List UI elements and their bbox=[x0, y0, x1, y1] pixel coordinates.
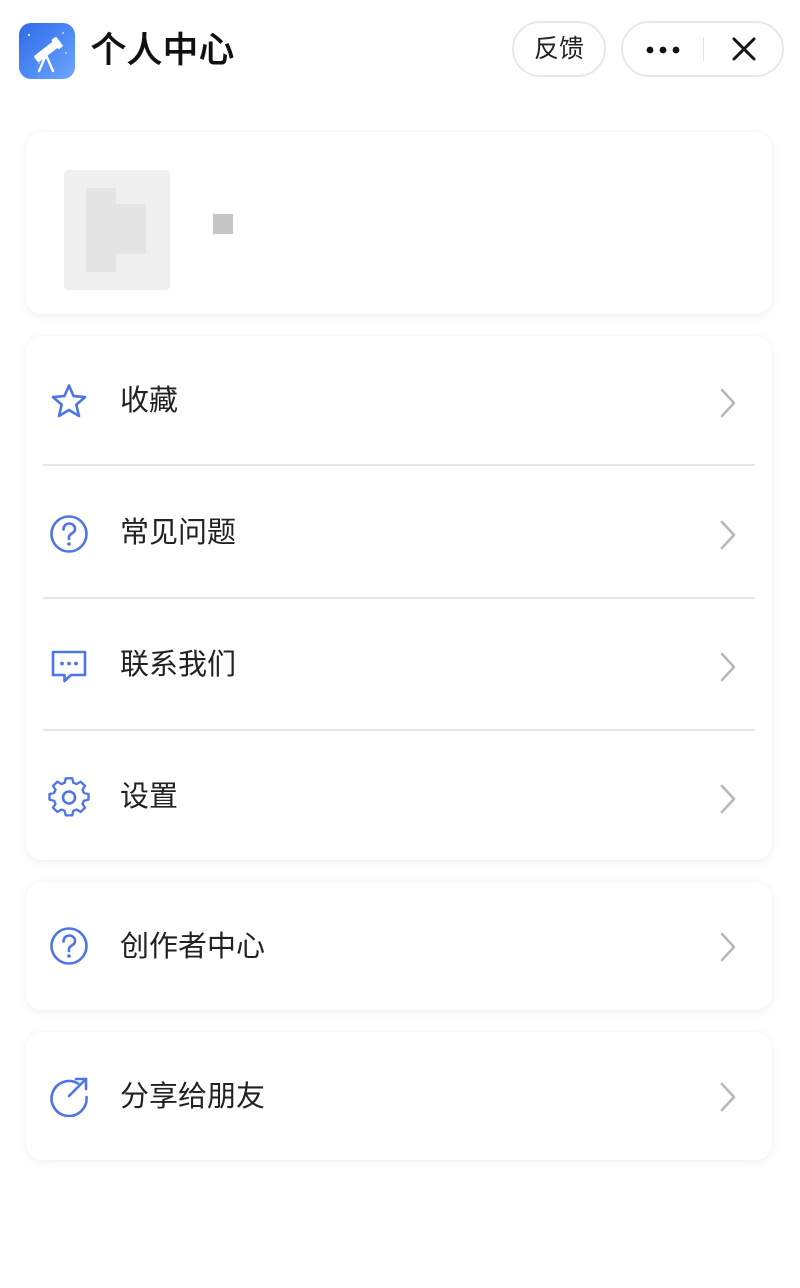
share-card: 分享给朋友 bbox=[26, 1032, 772, 1160]
profile-card[interactable] bbox=[26, 132, 772, 314]
message-dots-icon bbox=[51, 650, 87, 683]
star-icon bbox=[51, 384, 87, 418]
menu-item-settings[interactable]: 设置 bbox=[26, 732, 772, 864]
question-circle-icon bbox=[50, 927, 88, 965]
top-bar: 个人中心 反馈 bbox=[0, 0, 800, 104]
row-divider bbox=[43, 729, 755, 731]
close-icon bbox=[732, 37, 756, 61]
chevron-right-icon bbox=[720, 388, 736, 418]
share-arrow-icon bbox=[50, 1077, 88, 1117]
more-dots-icon bbox=[646, 46, 680, 54]
menu-item-faq[interactable]: 常见问题 bbox=[26, 468, 772, 600]
menu-item-label: 联系我们 bbox=[120, 647, 237, 681]
menu-item-label: 常见问题 bbox=[120, 515, 237, 549]
row-divider bbox=[43, 464, 755, 466]
menu-item-label: 设置 bbox=[120, 779, 179, 813]
feedback-button[interactable]: 反馈 bbox=[512, 21, 606, 77]
menu-item-label: 分享给朋友 bbox=[120, 1079, 266, 1113]
page-title: 个人中心 bbox=[91, 31, 236, 71]
menu-item-favorites[interactable]: 收藏 bbox=[26, 336, 772, 468]
avatar bbox=[64, 170, 170, 290]
close-button[interactable] bbox=[704, 23, 784, 75]
menu-item-label: 创作者中心 bbox=[120, 929, 266, 963]
more-button[interactable] bbox=[623, 23, 703, 75]
menu-item-share[interactable]: 分享给朋友 bbox=[26, 1032, 772, 1160]
gear-icon bbox=[48, 777, 90, 817]
chevron-right-icon bbox=[720, 784, 736, 814]
row-divider bbox=[43, 597, 755, 599]
chevron-right-icon bbox=[720, 1082, 736, 1112]
menu-item-label: 收藏 bbox=[120, 383, 179, 417]
question-circle-icon bbox=[50, 515, 88, 553]
menu-item-creator-center[interactable]: 创作者中心 bbox=[26, 882, 772, 1010]
creator-center-card: 创作者中心 bbox=[26, 882, 772, 1010]
menu-card: 收藏 常见问题 联系我们 设置 bbox=[26, 336, 772, 860]
menu-item-contact[interactable]: 联系我们 bbox=[26, 600, 772, 732]
mini-program-capsule bbox=[621, 21, 784, 77]
chevron-right-icon bbox=[720, 652, 736, 682]
username-redacted bbox=[213, 214, 233, 234]
telescope-logo-icon bbox=[19, 23, 75, 79]
chevron-right-icon bbox=[720, 932, 736, 962]
chevron-right-icon bbox=[720, 520, 736, 550]
